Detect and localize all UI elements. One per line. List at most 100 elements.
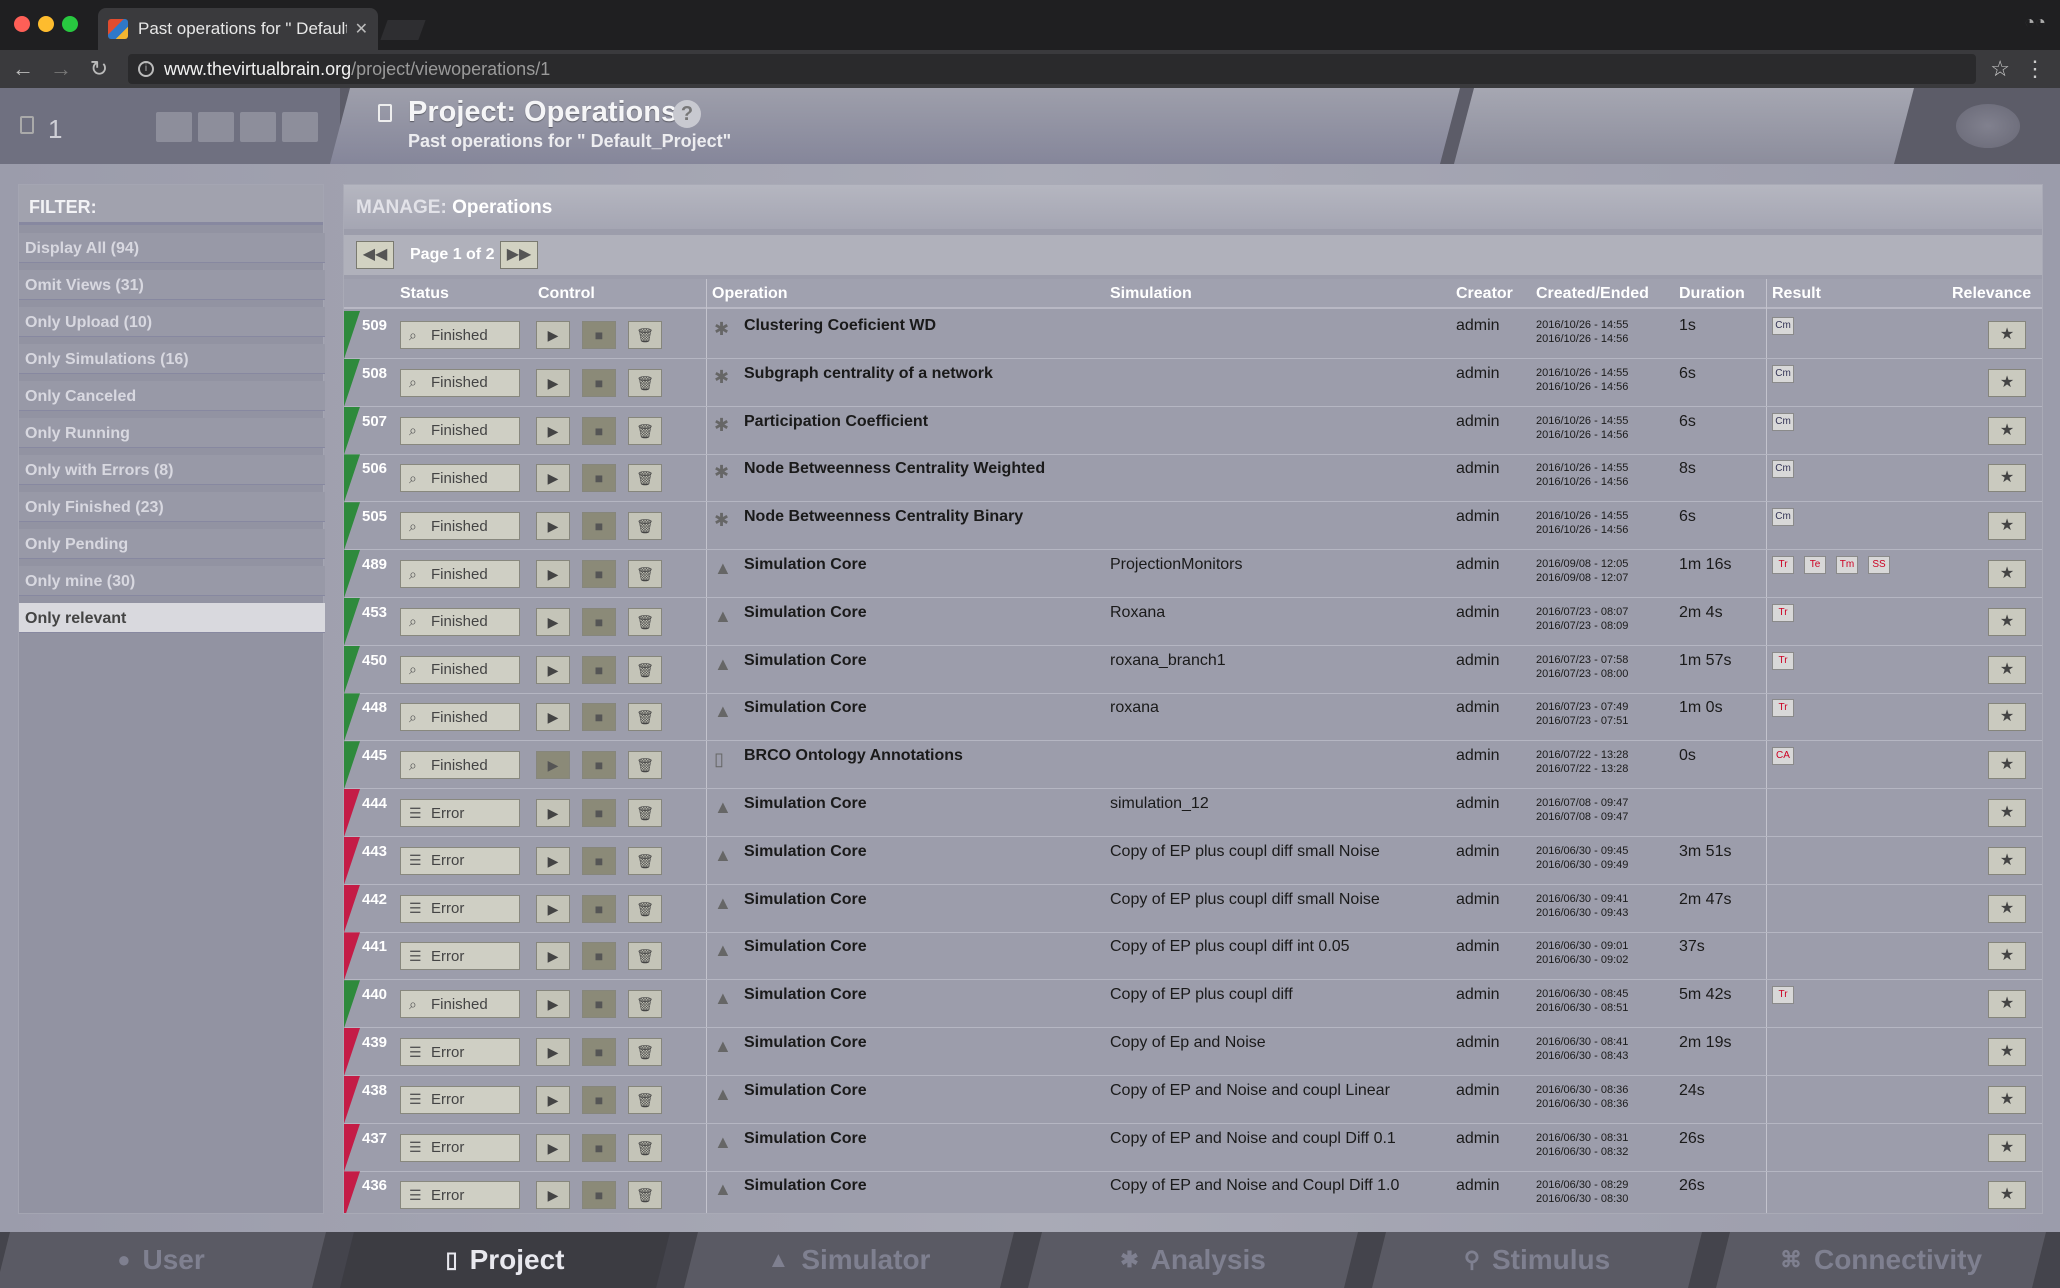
stop-button[interactable]: ■ — [582, 894, 616, 923]
nav-tab-user[interactable]: ● User — [0, 1232, 326, 1288]
delete-button[interactable]: 🗑 — [628, 799, 662, 827]
stop-button[interactable]: ■ — [582, 560, 616, 588]
close-window-button[interactable] — [14, 16, 30, 32]
header-duration[interactable]: Duration — [1679, 285, 1745, 303]
stop-button[interactable]: ■ — [582, 1181, 616, 1210]
play-button[interactable]: ▶ — [536, 416, 570, 445]
header-status[interactable]: Status — [400, 285, 449, 303]
operation-name[interactable]: BRCO Ontology Annotations — [744, 747, 963, 765]
relevance-star-button[interactable]: ★ — [1988, 799, 2026, 827]
stop-button[interactable]: ■ — [582, 1133, 616, 1162]
delete-button[interactable]: 🗑 — [628, 512, 662, 541]
result-datatype-icon[interactable]: SS — [1868, 556, 1890, 574]
operation-name[interactable]: Simulation Core — [744, 652, 867, 670]
result-datatype-icon[interactable]: Tr — [1772, 986, 1794, 1005]
filter-item[interactable]: Only relevant — [19, 603, 325, 633]
stop-button[interactable]: ■ — [582, 368, 616, 397]
info-icon[interactable]: i — [138, 61, 154, 77]
next-page-button[interactable]: ▶▶ — [500, 241, 538, 269]
relevance-star-button[interactable]: ★ — [1988, 416, 2026, 445]
result-datatype-icon[interactable]: Tr — [1772, 651, 1794, 670]
delete-button[interactable]: 🗑 — [628, 416, 662, 445]
url-field[interactable]: i www.thevirtualbrain.org/project/viewop… — [128, 54, 1977, 84]
maximize-window-button[interactable] — [62, 16, 78, 32]
status-button[interactable]: ☰ Error — [400, 1085, 520, 1114]
play-button[interactable]: ▶ — [536, 464, 570, 493]
stop-button[interactable]: ■ — [582, 942, 616, 971]
stop-button[interactable]: ■ — [582, 990, 616, 1019]
operation-name[interactable]: Simulation Core — [744, 1082, 867, 1100]
filter-item[interactable]: Omit Views (31) — [19, 270, 325, 300]
result-datatype-icon[interactable]: Cm — [1772, 508, 1794, 527]
header-creator[interactable]: Creator — [1456, 285, 1513, 303]
stop-button[interactable]: ■ — [582, 846, 616, 875]
operation-name[interactable]: Simulation Core — [744, 604, 867, 622]
delete-button[interactable]: 🗑 — [628, 1038, 662, 1066]
minimize-window-button[interactable] — [38, 16, 54, 32]
play-button[interactable]: ▶ — [536, 655, 570, 684]
delete-button[interactable]: 🗑 — [628, 321, 662, 349]
relevance-star-button[interactable]: ★ — [1988, 894, 2026, 923]
result-datatype-icon[interactable]: Tr — [1772, 603, 1794, 622]
status-button[interactable]: ☰ Error — [400, 894, 520, 923]
delete-button[interactable]: 🗑 — [628, 560, 662, 588]
stop-button[interactable]: ■ — [582, 607, 616, 636]
stop-button[interactable]: ■ — [582, 703, 616, 732]
result-datatype-icon[interactable]: Tr — [1772, 699, 1794, 718]
nav-tab-analysis[interactable]: ✱ Analysis — [1028, 1232, 1358, 1288]
delete-button[interactable]: 🗑 — [628, 846, 662, 875]
nav-tab-connectivity[interactable]: ⌘ Connectivity — [1716, 1232, 2046, 1288]
relevance-star-button[interactable]: ★ — [1988, 607, 2026, 636]
status-button[interactable]: ☰ Error — [400, 942, 520, 971]
nav-tab-project[interactable]: ▯ Project — [340, 1232, 670, 1288]
project-menu[interactable]: 1 — [0, 88, 340, 164]
play-button[interactable]: ▶ — [536, 512, 570, 541]
play-button[interactable]: ▶ — [536, 321, 570, 349]
relevance-star-button[interactable]: ★ — [1988, 368, 2026, 397]
new-tab-button[interactable] — [380, 20, 426, 40]
status-button[interactable]: ☰ Error — [400, 1133, 520, 1162]
delete-button[interactable]: 🗑 — [628, 1085, 662, 1114]
stop-button[interactable]: ■ — [582, 655, 616, 684]
filter-item[interactable]: Only Finished (23) — [19, 492, 325, 522]
operation-name[interactable]: Node Betweenness Centrality Weighted — [744, 460, 1045, 478]
delete-button[interactable]: 🗑 — [628, 703, 662, 732]
status-button[interactable]: ⌕ Finished — [400, 416, 520, 445]
play-button[interactable]: ▶ — [536, 894, 570, 923]
bookmark-star-icon[interactable]: ☆ — [1990, 56, 2010, 82]
stop-button[interactable]: ■ — [582, 512, 616, 541]
status-button[interactable]: ⌕ Finished — [400, 321, 520, 349]
back-icon[interactable]: ← — [8, 56, 38, 82]
status-button[interactable]: ⌕ Finished — [400, 990, 520, 1019]
stop-button[interactable]: ■ — [582, 799, 616, 827]
close-tab-icon[interactable]: ✕ — [355, 19, 368, 39]
stop-button[interactable]: ■ — [582, 751, 616, 780]
filter-item[interactable]: Only mine (30) — [19, 566, 325, 596]
delete-button[interactable]: 🗑 — [628, 607, 662, 636]
operation-name[interactable]: Participation Coefficient — [744, 413, 928, 431]
relevance-star-button[interactable]: ★ — [1988, 464, 2026, 493]
operation-name[interactable]: Simulation Core — [744, 843, 867, 861]
relevance-star-button[interactable]: ★ — [1988, 942, 2026, 971]
operation-name[interactable]: Subgraph centrality of a network — [744, 365, 993, 383]
delete-button[interactable]: 🗑 — [628, 894, 662, 923]
nav-tab-stimulus[interactable]: ⚲ Stimulus — [1372, 1232, 1702, 1288]
delete-button[interactable]: 🗑 — [628, 464, 662, 493]
result-datatype-icon[interactable]: Tr — [1772, 556, 1794, 574]
operation-name[interactable]: Clustering Coeficient WD — [744, 317, 936, 335]
operation-name[interactable]: Simulation Core — [744, 1130, 867, 1148]
help-icon[interactable]: ? — [673, 100, 701, 128]
forward-icon[interactable]: → — [46, 56, 76, 82]
operation-name[interactable]: Node Betweenness Centrality Binary — [744, 508, 1023, 526]
relevance-star-button[interactable]: ★ — [1988, 560, 2026, 588]
play-button[interactable]: ▶ — [536, 703, 570, 732]
filter-item[interactable]: Only Running — [19, 418, 325, 448]
header-simulation[interactable]: Simulation — [1110, 285, 1192, 303]
relevance-star-button[interactable]: ★ — [1988, 321, 2026, 349]
stop-button[interactable]: ■ — [582, 416, 616, 445]
status-button[interactable]: ⌕ Finished — [400, 560, 520, 588]
operation-name[interactable]: Simulation Core — [744, 1034, 867, 1052]
delete-button[interactable]: 🗑 — [628, 990, 662, 1019]
delete-button[interactable]: 🗑 — [628, 942, 662, 971]
browser-menu-icon[interactable]: ⋮ — [2024, 56, 2046, 82]
